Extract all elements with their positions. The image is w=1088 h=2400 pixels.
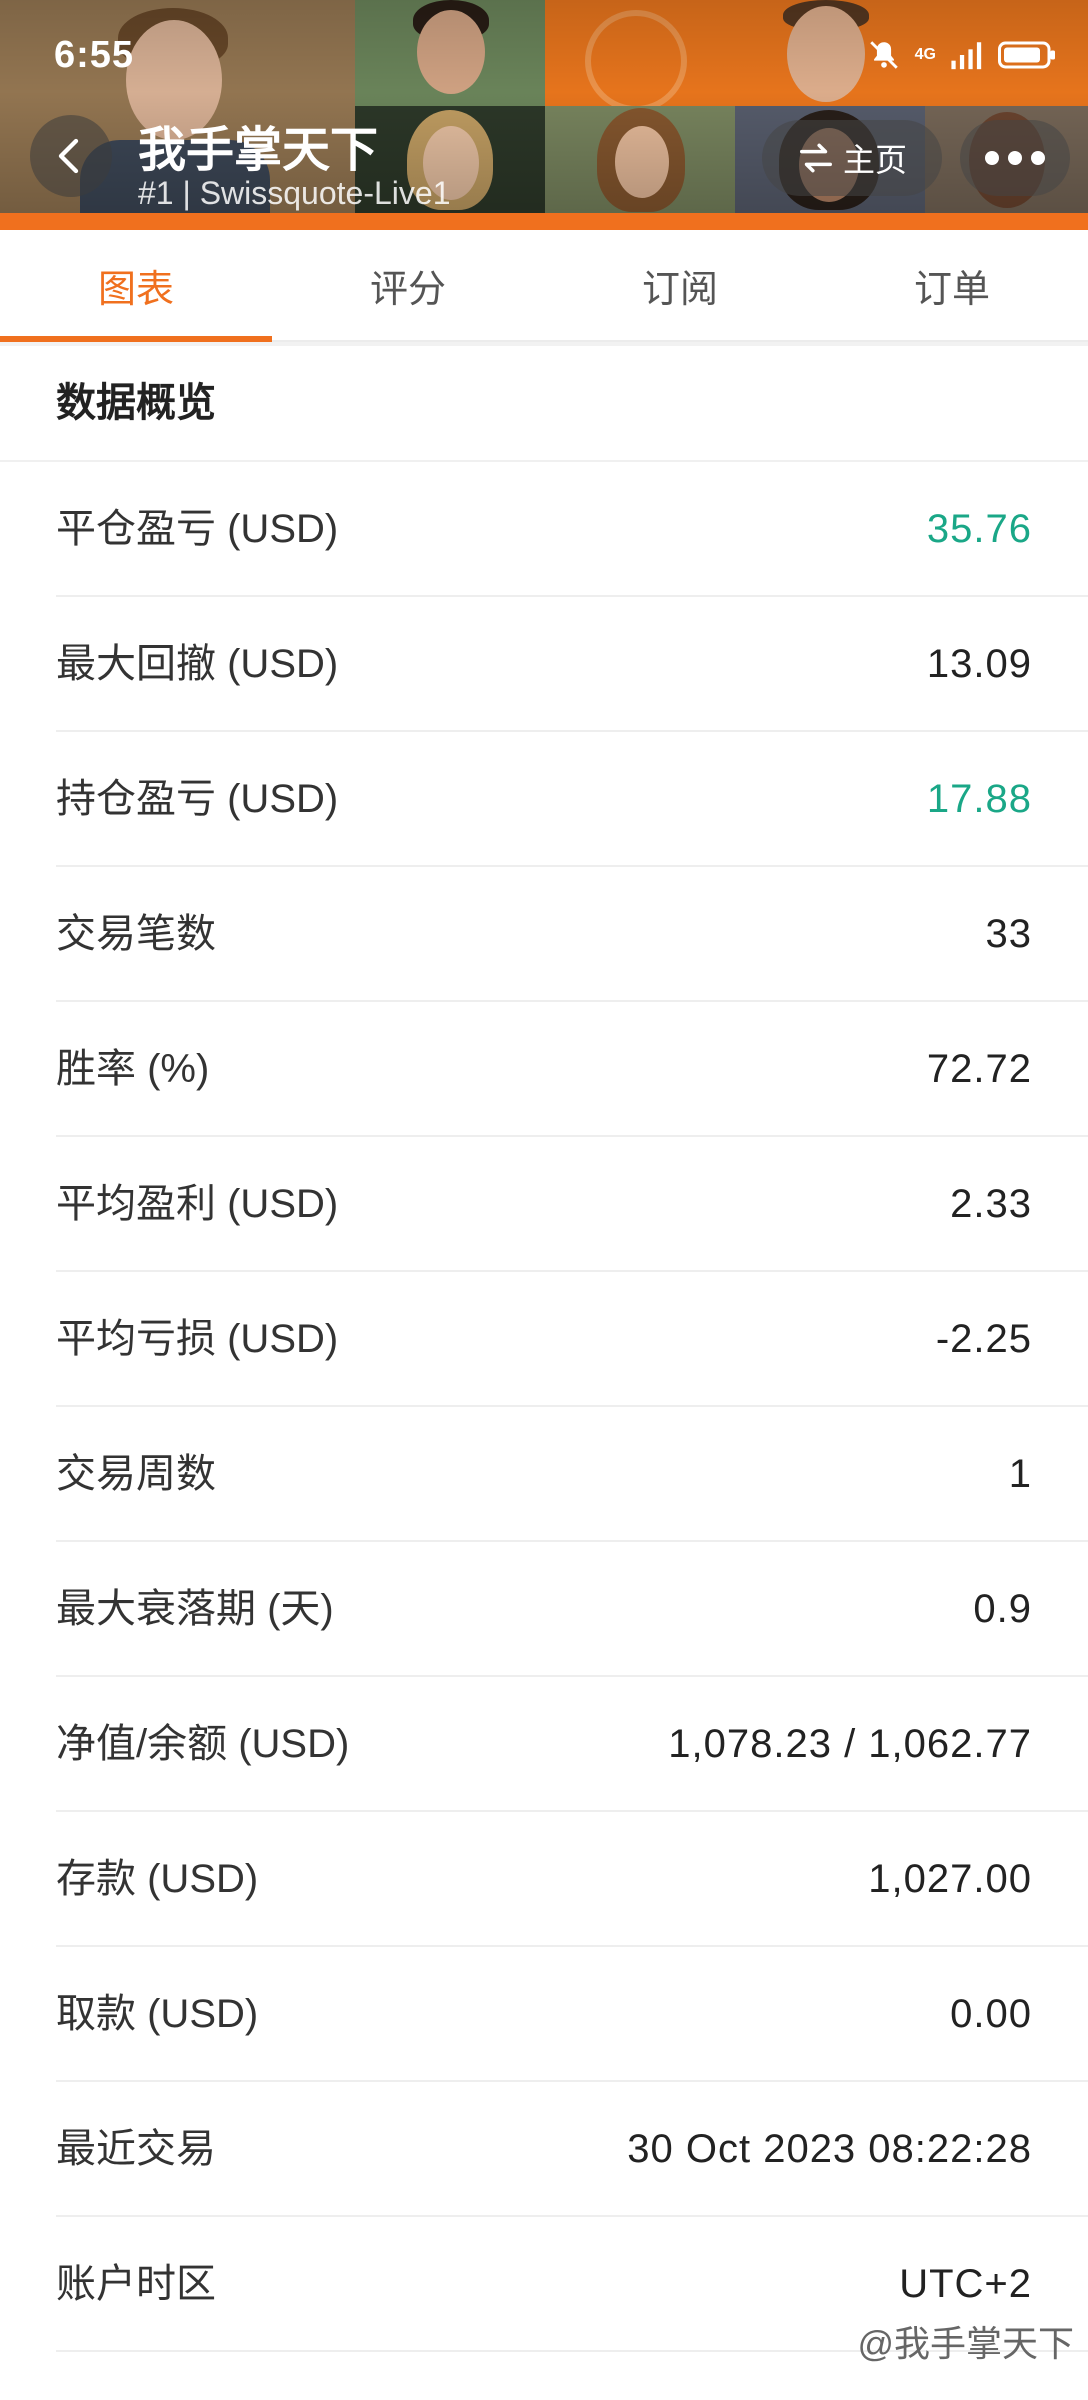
network-type: 4G (914, 46, 936, 63)
stat-label: 净值/余额 (USD) (56, 1722, 350, 1766)
section-title: 数据概览 (56, 381, 216, 425)
section-gap (0, 342, 1088, 346)
more-dot-icon (1031, 151, 1045, 165)
stats-list: 平仓盈亏 (USD) 35.76 最大回撤 (USD) 13.09 持仓盈亏 (… (0, 462, 1088, 2352)
stat-label: 平均亏损 (USD) (56, 1317, 339, 1361)
stat-label: 最大回撤 (USD) (56, 642, 339, 686)
watermark: @我手掌天下 (857, 2323, 1074, 2364)
more-options-button[interactable] (960, 120, 1070, 196)
stat-row-trade-count: 交易笔数 33 (0, 867, 1088, 1002)
bell-off-icon (869, 41, 898, 69)
status-icons: 4G (867, 38, 1058, 72)
stat-value: 13.09 (926, 642, 1032, 686)
stat-label: 交易笔数 (56, 912, 216, 956)
stat-row-avg-profit: 平均盈利 (USD) 2.33 (0, 1137, 1088, 1272)
home-button[interactable]: 主页 (762, 120, 942, 196)
more-dot-icon (1008, 151, 1022, 165)
stat-value: 17.88 (926, 777, 1032, 821)
stat-row-trading-weeks: 交易周数 1 (0, 1407, 1088, 1542)
stat-label: 持仓盈亏 (USD) (56, 777, 339, 821)
account-subtitle: #1 | Swissquote-Live1 (138, 175, 451, 211)
stat-value: 1,078.23 / 1,062.77 (668, 1722, 1032, 1766)
stat-value: 1 (1008, 1452, 1032, 1496)
page-title: 我手掌天下 (138, 124, 379, 177)
profile-header: 6:55 4G 我手掌天下 #1 | Swissquote-Live1 主页 (0, 0, 1088, 230)
stat-label: 平仓盈亏 (USD) (56, 507, 339, 551)
back-button[interactable] (30, 115, 112, 197)
stat-label: 交易周数 (56, 1452, 216, 1496)
tab-rating[interactable]: 评分 (272, 230, 544, 340)
stat-value: 35.76 (926, 507, 1032, 551)
home-button-label: 主页 (842, 142, 907, 178)
stat-row-max-drawdown: 最大回撤 (USD) 13.09 (0, 597, 1088, 732)
stat-row-last-trade: 最近交易 30 Oct 2023 08:22:28 (0, 2082, 1088, 2217)
tab-chart[interactable]: 图表 (0, 230, 272, 342)
stat-value: 0.00 (950, 1992, 1032, 2036)
stat-value: 72.72 (926, 1047, 1032, 1091)
chevron-left-icon (58, 138, 79, 174)
tab-bar: 图表 评分 订阅 订单 (0, 230, 1088, 342)
stat-value: 0.9 (973, 1587, 1032, 1631)
stat-value: 30 Oct 2023 08:22:28 (627, 2127, 1032, 2171)
header-accent-strip (0, 213, 1088, 230)
stat-row-win-rate: 胜率 (%) 72.72 (0, 1002, 1088, 1137)
tab-subscribe[interactable]: 订阅 (544, 230, 816, 340)
stat-row-max-decline-period: 最大衰落期 (天) 0.9 (0, 1542, 1088, 1677)
stat-label: 平均盈利 (USD) (56, 1182, 339, 1226)
stat-label: 取款 (USD) (56, 1992, 259, 2036)
status-time: 6:55 (54, 34, 135, 76)
stat-row-open-pnl: 持仓盈亏 (USD) 17.88 (0, 732, 1088, 867)
swap-icon (799, 143, 832, 173)
stat-row-equity-balance: 净值/余额 (USD) 1,078.23 / 1,062.77 (0, 1677, 1088, 1812)
stat-label: 存款 (USD) (56, 1857, 259, 1901)
stat-label: 胜率 (%) (56, 1047, 210, 1091)
stat-row-closed-pnl: 平仓盈亏 (USD) 35.76 (0, 462, 1088, 597)
stat-row-withdrawals: 取款 (USD) 0.00 (0, 1947, 1088, 2082)
stat-value: -2.25 (935, 1317, 1032, 1361)
stat-row-deposits: 存款 (USD) 1,027.00 (0, 1812, 1088, 1947)
signal-icon (951, 42, 982, 70)
stat-label: 最大衰落期 (天) (56, 1587, 334, 1631)
more-dot-icon (985, 151, 999, 165)
stat-row-avg-loss: 平均亏损 (USD) -2.25 (0, 1272, 1088, 1407)
stat-label: 账户时区 (56, 2262, 216, 2306)
stat-value: 1,027.00 (868, 1857, 1032, 1901)
stat-value: 2.33 (950, 1182, 1032, 1226)
stat-label: 最近交易 (56, 2127, 216, 2171)
stat-value: 33 (985, 912, 1032, 956)
tab-orders[interactable]: 订单 (816, 230, 1088, 340)
battery-icon (998, 41, 1055, 69)
